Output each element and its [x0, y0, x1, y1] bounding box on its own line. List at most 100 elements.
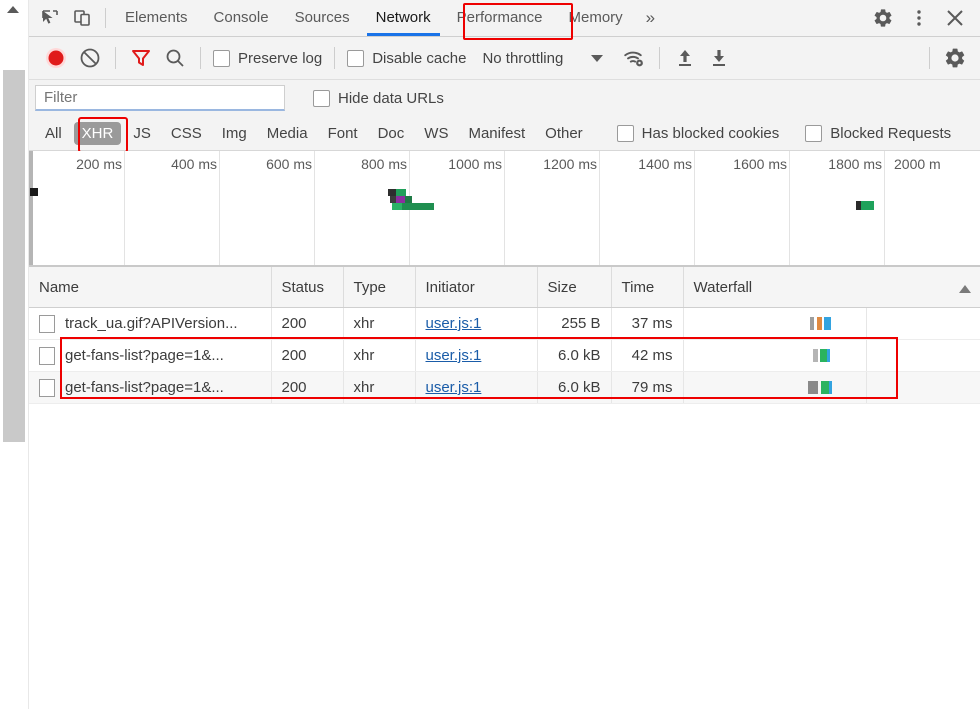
tab-memory[interactable]: Memory	[556, 0, 636, 36]
tab-sources[interactable]: Sources	[282, 0, 363, 36]
tab-network[interactable]: Network	[363, 0, 444, 36]
initiator-link[interactable]: user.js:1	[426, 379, 482, 396]
overview-tick-label: 200 ms	[76, 156, 122, 172]
overview-bottom-rule	[29, 265, 980, 266]
gear-icon[interactable]	[866, 4, 900, 32]
waterfall-segment-stalled	[812, 349, 818, 362]
preserve-log-checkbox[interactable]: Preserve log	[209, 49, 326, 67]
scrollbar-track[interactable]	[0, 22, 28, 709]
cell-name[interactable]: get-fans-list?page=1&...	[29, 371, 272, 404]
close-icon[interactable]	[938, 4, 972, 32]
waterfall-gridline	[865, 372, 867, 403]
hide-data-urls-label: Hide data URLs	[338, 89, 444, 107]
overview-request-bar	[30, 188, 38, 196]
devtools-tabbar: Elements Console Sources Network Perform…	[29, 0, 980, 40]
cell-name[interactable]: track_ua.gif?APIVersion...	[29, 307, 272, 340]
column-header-type[interactable]: Type	[343, 267, 416, 308]
scroll-up-arrow-icon[interactable]	[7, 6, 19, 13]
cell-waterfall[interactable]	[683, 371, 980, 404]
tab-performance[interactable]: Performance	[444, 0, 556, 36]
column-header-size[interactable]: Size	[537, 267, 612, 308]
type-chip-doc[interactable]: Doc	[370, 122, 413, 145]
initiator-link[interactable]: user.js:1	[426, 315, 482, 332]
type-chip-css[interactable]: CSS	[163, 122, 210, 145]
has-blocked-cookies-label: Has blocked cookies	[641, 124, 780, 142]
waterfall-segment-waiting	[819, 349, 827, 362]
overview-tick-label: 400 ms	[171, 156, 217, 172]
initiator-link[interactable]: user.js:1	[426, 347, 482, 364]
search-icon[interactable]	[158, 43, 192, 73]
tab-elements[interactable]: Elements	[112, 0, 201, 36]
toolbar-right-actions	[921, 43, 980, 73]
type-chip-font[interactable]: Font	[320, 122, 366, 145]
type-chip-all[interactable]: All	[37, 122, 70, 145]
column-header-waterfall-label: Waterfall	[693, 278, 753, 296]
cell-name[interactable]: get-fans-list?page=1&...	[29, 339, 272, 372]
overview-request-bar	[396, 189, 406, 196]
preserve-log-box[interactable]	[213, 49, 230, 67]
page-scrollbar[interactable]	[0, 0, 29, 709]
inspect-element-icon[interactable]	[35, 4, 65, 32]
export-har-icon[interactable]	[702, 43, 736, 73]
hide-data-urls-box[interactable]	[313, 89, 330, 107]
hide-data-urls-checkbox[interactable]: Hide data URLs	[309, 89, 448, 107]
filter-funnel-icon[interactable]	[124, 43, 158, 73]
cell-waterfall[interactable]	[683, 307, 980, 340]
waterfall-segment-download	[823, 317, 831, 330]
request-name: track_ua.gif?APIVersion...	[65, 315, 238, 332]
overview-request-bar	[396, 196, 405, 203]
column-header-waterfall[interactable]: Waterfall	[683, 267, 980, 308]
overview-tick-label: 1600 ms	[733, 156, 787, 172]
overview-request-bar	[861, 201, 874, 210]
has-blocked-cookies-box[interactable]	[616, 124, 634, 142]
filter-input[interactable]	[35, 85, 285, 111]
column-header-status[interactable]: Status	[271, 267, 344, 308]
throttling-dropdown[interactable]: No throttling	[482, 50, 617, 67]
column-header-time[interactable]: Time	[611, 267, 684, 308]
scrollbar-thumb[interactable]	[3, 70, 25, 442]
tab-console[interactable]: Console	[201, 0, 282, 36]
type-chip-xhr[interactable]: XHR	[73, 121, 122, 145]
waterfall-segment-waiting	[816, 317, 822, 330]
table-row[interactable]: track_ua.gif?APIVersion... 200 xhr user.…	[29, 307, 980, 340]
sort-ascending-icon[interactable]	[958, 284, 971, 293]
devtools-tabs: Elements Console Sources Network Perform…	[112, 0, 665, 36]
has-blocked-cookies-checkbox[interactable]: Has blocked cookies	[613, 124, 784, 142]
type-chip-ws[interactable]: WS	[416, 122, 456, 145]
blocked-requests-box[interactable]	[805, 124, 823, 142]
cell-time: 42 ms	[611, 339, 684, 372]
network-toolbar: Preserve log Disable cache No throttling	[29, 37, 980, 80]
disable-cache-box[interactable]	[347, 49, 365, 67]
cell-initiator[interactable]: user.js:1	[415, 371, 538, 404]
type-chip-img[interactable]: Img	[214, 122, 255, 145]
overview-tick-label: 2000 m	[894, 156, 941, 172]
network-settings-gear-icon[interactable]	[938, 43, 972, 73]
preserve-log-label: Preserve log	[238, 49, 323, 67]
cell-initiator[interactable]: user.js:1	[415, 339, 538, 372]
cell-initiator[interactable]: user.js:1	[415, 307, 538, 340]
network-overview-timeline[interactable]: 200 ms 400 ms 600 ms 800 ms 1000 ms 1200…	[29, 151, 980, 267]
type-chip-js[interactable]: JS	[125, 122, 159, 145]
chevron-down-icon[interactable]	[591, 54, 604, 62]
clear-button[interactable]	[73, 43, 107, 73]
tabbar-actions	[866, 4, 980, 32]
disable-cache-checkbox[interactable]: Disable cache	[343, 49, 470, 67]
more-tabs-button[interactable]: »	[636, 8, 665, 28]
cell-status: 200	[271, 339, 344, 372]
network-conditions-icon[interactable]	[617, 43, 651, 73]
type-chip-manifest[interactable]: Manifest	[460, 122, 533, 145]
more-options-icon[interactable]	[902, 4, 936, 32]
table-row[interactable]: get-fans-list?page=1&... 200 xhr user.js…	[29, 371, 980, 404]
import-har-icon[interactable]	[668, 43, 702, 73]
column-header-initiator[interactable]: Initiator	[415, 267, 538, 308]
column-header-name[interactable]: Name	[29, 267, 272, 308]
waterfall-segment-stalled	[807, 381, 818, 394]
table-row[interactable]: get-fans-list?page=1&... 200 xhr user.js…	[29, 339, 980, 372]
record-button[interactable]	[39, 43, 73, 73]
cell-waterfall[interactable]	[683, 339, 980, 372]
type-chip-other[interactable]: Other	[537, 122, 591, 145]
device-toolbar-icon[interactable]	[67, 4, 97, 32]
blocked-requests-checkbox[interactable]: Blocked Requests	[801, 124, 955, 142]
file-type-icon	[39, 346, 55, 365]
type-chip-media[interactable]: Media	[259, 122, 316, 145]
